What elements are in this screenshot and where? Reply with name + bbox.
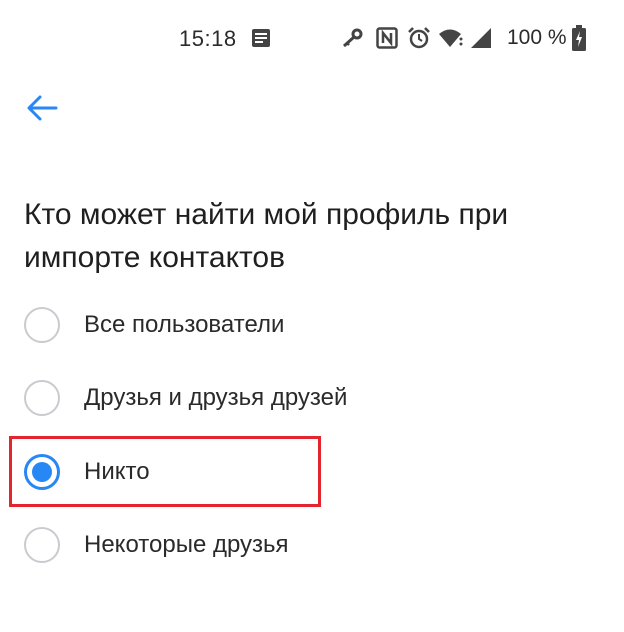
key-icon [342, 28, 363, 48]
alarm-icon [408, 27, 430, 49]
nfc-icon [376, 27, 398, 49]
option-label: Некоторые друзья [84, 531, 289, 558]
page-title: Кто может найти мой профиль при импорте … [24, 198, 509, 274]
radio-button[interactable] [24, 527, 60, 563]
status-bar: 15:18 100 % [0, 18, 624, 58]
back-button[interactable] [22, 88, 62, 128]
arrow-left-icon [27, 95, 58, 121]
wifi-icon [439, 29, 463, 47]
highlight-box [9, 436, 321, 507]
option-all-users[interactable]: Все пользователи [0, 288, 624, 362]
option-friends-of-friends[interactable]: Друзья и друзья друзей [0, 361, 624, 435]
battery-text: 100 % [507, 26, 567, 49]
message-icon [252, 29, 270, 47]
status-time: 15:18 [179, 26, 237, 51]
radio-button[interactable] [24, 380, 60, 416]
option-some-friends[interactable]: Некоторые друзья [0, 508, 624, 582]
option-label: Все пользователи [84, 311, 285, 338]
battery-icon [572, 25, 586, 51]
radio-button[interactable] [24, 307, 60, 343]
option-label: Друзья и друзья друзей [84, 384, 348, 411]
signal-icon [471, 28, 491, 48]
